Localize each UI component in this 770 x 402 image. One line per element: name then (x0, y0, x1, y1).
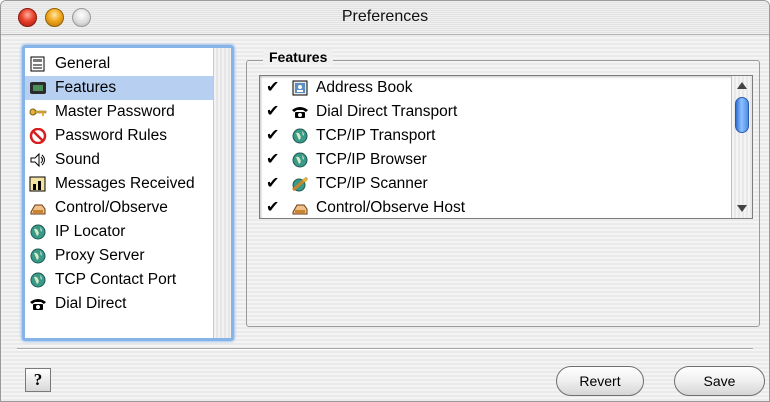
checkmark-icon[interactable]: ✔ (266, 196, 279, 220)
feature-row-tcp-ip-scanner[interactable]: ✔ TCP/IP Scanner (260, 172, 732, 196)
window-title: Preferences (341, 8, 429, 25)
sidebar-item-messages-received[interactable]: Messages Received (25, 172, 213, 196)
sidebar-item-label: IP Locator (55, 223, 126, 240)
sidebar-item-label: Password Rules (55, 127, 167, 144)
address-book-icon (291, 80, 309, 96)
feature-row-tcp-ip-transport[interactable]: ✔ TCP/IP Transport (260, 124, 732, 148)
sidebar-item-sound[interactable]: Sound (25, 148, 213, 172)
sidebar-item-features[interactable]: Features (25, 76, 213, 100)
scroll-down-arrow-icon[interactable] (737, 205, 747, 212)
sidebar-item-tcp-contact-port[interactable]: TCP Contact Port (25, 268, 213, 292)
sidebar-item-label: Sound (55, 151, 100, 168)
scroll-thumb[interactable] (735, 97, 749, 133)
sidebar-item-label: Messages Received (55, 175, 195, 192)
globe-icon (29, 272, 47, 288)
features-list-rows: ✔ Address Book ✔ Dial Direct Transport ✔… (260, 76, 732, 218)
features-group-label: Features (263, 49, 334, 65)
feature-row-dial-direct-transport[interactable]: ✔ Dial Direct Transport (260, 100, 732, 124)
globe-icon (291, 128, 309, 144)
feature-label: Dial Direct Transport (316, 103, 458, 120)
scroll-up-arrow-icon[interactable] (737, 82, 747, 89)
sidebar-item-label: Dial Direct (55, 295, 127, 312)
globe-icon (29, 224, 47, 240)
footer-separator (17, 348, 753, 350)
save-button[interactable]: Save (674, 366, 765, 396)
sidebar-item-label: Proxy Server (55, 247, 145, 264)
features-icon (29, 80, 47, 96)
features-scrollbar[interactable] (731, 76, 752, 218)
feature-row-address-book[interactable]: ✔ Address Book (260, 76, 732, 100)
sidebar-item-password-rules[interactable]: Password Rules (25, 124, 213, 148)
sidebar-item-master-password[interactable]: Master Password (25, 100, 213, 124)
scanner-icon (291, 176, 309, 192)
feature-label: TCP/IP Browser (316, 151, 427, 168)
globe-icon (291, 152, 309, 168)
sidebar-item-dial-direct[interactable]: Dial Direct (25, 292, 213, 316)
sidebar-item-proxy-server[interactable]: Proxy Server (25, 244, 213, 268)
checkmark-icon[interactable]: ✔ (266, 148, 279, 172)
phone-icon (29, 296, 47, 312)
globe-icon (29, 248, 47, 264)
feature-label: Control/Observe Host (316, 199, 466, 216)
phone-icon (291, 104, 309, 120)
speaker-icon (29, 152, 47, 168)
revert-button[interactable]: Revert (556, 366, 644, 396)
preferences-window: Preferences General Features Master Pass… (0, 0, 770, 402)
title-bar[interactable]: Preferences (1, 1, 769, 35)
feature-label: TCP/IP Scanner (316, 175, 428, 192)
general-icon (29, 56, 47, 72)
sidebar-item-label: Control/Observe (55, 199, 168, 216)
hand-icon (29, 200, 47, 216)
checkmark-icon[interactable]: ✔ (266, 76, 279, 100)
feature-label: Address Book (316, 79, 413, 96)
messages-icon (29, 176, 47, 192)
feature-row-tcp-ip-browser[interactable]: ✔ TCP/IP Browser (260, 148, 732, 172)
sidebar-item-label: Features (55, 79, 117, 96)
features-list[interactable]: ✔ Address Book ✔ Dial Direct Transport ✔… (259, 75, 753, 219)
feature-label: TCP/IP Transport (316, 127, 436, 144)
checkmark-icon[interactable]: ✔ (266, 172, 279, 196)
feature-row-control-observe-host[interactable]: ✔ Control/Observe Host (260, 196, 732, 220)
sidebar-item-label: TCP Contact Port (55, 271, 177, 288)
sidebar-item-control-observe[interactable]: Control/Observe (25, 196, 213, 220)
sidebar-item-label: Master Password (55, 103, 175, 120)
sidebar-item-ip-locator[interactable]: IP Locator (25, 220, 213, 244)
checkmark-icon[interactable]: ✔ (266, 124, 279, 148)
sidebar-item-general[interactable]: General (25, 52, 213, 76)
category-list-scrollbar[interactable] (213, 48, 231, 338)
category-list-items: General Features Master Password Passwor… (25, 48, 213, 338)
category-list[interactable]: General Features Master Password Passwor… (22, 45, 234, 341)
key-icon (29, 104, 47, 120)
checkmark-icon[interactable]: ✔ (266, 100, 279, 124)
help-button[interactable]: ? (25, 368, 51, 392)
no-entry-icon (29, 127, 47, 145)
hand-icon (291, 200, 309, 216)
sidebar-item-label: General (55, 55, 111, 72)
